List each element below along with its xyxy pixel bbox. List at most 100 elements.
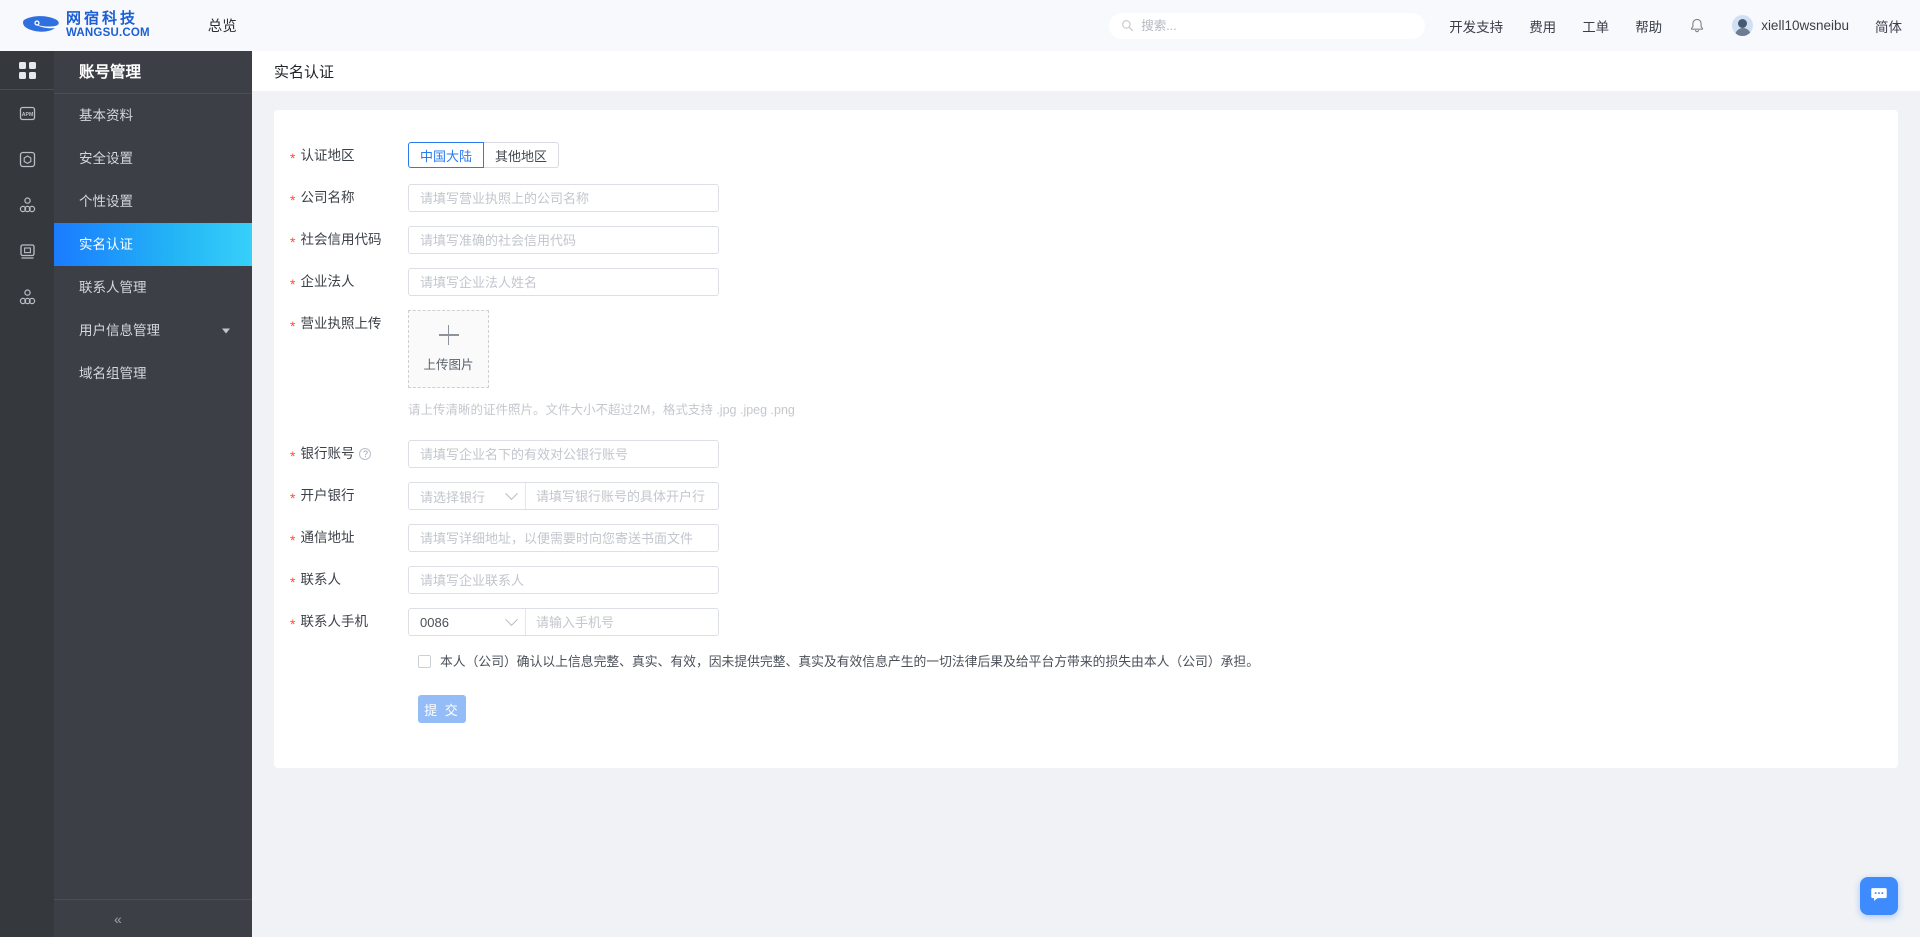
bank-account-input[interactable] <box>408 440 719 468</box>
rail-item-apm[interactable]: APM <box>0 90 54 136</box>
label-text: 开户银行 <box>300 488 355 503</box>
form-row-region: * 认证地区 中国大陆 其他地区 <box>274 142 1898 170</box>
main-content: 实名认证 * 认证地区 中国大陆 其他地区 * 公司名称 * <box>252 51 1920 937</box>
rail-item-cluster[interactable] <box>0 274 54 320</box>
required-asterisk: * <box>290 490 296 506</box>
brand-wordmark: 网宿科技 WANGSU.COM <box>66 11 150 40</box>
sidebar-item-label: 联系人管理 <box>79 280 147 295</box>
label-contact: * 联系人 <box>280 566 408 594</box>
nav-dev-support[interactable]: 开发支持 <box>1449 16 1503 36</box>
label-license-upload: * 营业执照上传 <box>280 310 408 338</box>
cube-icon <box>18 150 37 169</box>
country-code-dropdown[interactable]: 0086 <box>409 609 526 635</box>
phone-number-input[interactable] <box>526 609 718 635</box>
form-row-contact-phone: * 联系人手机 0086 <box>274 608 1898 636</box>
required-asterisk: * <box>290 532 296 548</box>
required-asterisk: * <box>290 616 296 632</box>
sidebar-item-real-name-auth[interactable]: 实名认证 <box>54 223 252 266</box>
rail-item-nodes[interactable] <box>0 182 54 228</box>
nav-help[interactable]: 帮助 <box>1635 16 1662 36</box>
wangsu-logo-icon <box>22 13 62 39</box>
rail-item-apps[interactable] <box>0 51 54 90</box>
language-switcher[interactable]: 简体 <box>1875 16 1902 36</box>
user-avatar[interactable] <box>1732 15 1754 36</box>
license-upload-field: 上传图片 请上传清晰的证件照片。文件大小不超过2M，格式支持 .jpg .jpe… <box>408 310 795 418</box>
chat-support-button[interactable] <box>1860 877 1898 915</box>
sidebar-item-basic-info[interactable]: 基本资料 <box>54 94 252 137</box>
help-question-icon[interactable]: ? <box>359 448 372 460</box>
required-asterisk: * <box>290 276 296 292</box>
plus-icon <box>438 325 459 345</box>
monitor-icon <box>18 242 37 261</box>
agreement-row: 本人（公司）确认以上信息完整、真实、有效，因未提供完整、真实及有效信息产生的一切… <box>418 654 1898 669</box>
page-header: 实名认证 <box>252 51 1920 91</box>
form-row-legal-person: * 企业法人 <box>274 268 1898 296</box>
sidebar-item-personalization[interactable]: 个性设置 <box>54 180 252 223</box>
chevron-down-icon <box>505 612 518 626</box>
avatar-head <box>1738 18 1748 28</box>
form-row-contact: * 联系人 <box>274 566 1898 594</box>
nav-overview[interactable]: 总览 <box>208 15 237 36</box>
svg-text:APM: APM <box>21 111 33 117</box>
region-option-other[interactable]: 其他地区 <box>483 142 560 168</box>
username-label[interactable]: xiell10wsneibu <box>1761 18 1849 33</box>
real-name-auth-form: * 认证地区 中国大陆 其他地区 * 公司名称 * 社会信用代码 <box>274 110 1898 768</box>
upload-hint-text: 请上传清晰的证件照片。文件大小不超过2M，格式支持 .jpg .jpeg .pn… <box>408 403 795 417</box>
label-bank-account: * 银行账号 ? <box>280 440 408 468</box>
label-text: 通信地址 <box>300 530 355 545</box>
bank-select-dropdown[interactable]: 请选择银行 <box>409 483 526 509</box>
region-option-mainland[interactable]: 中国大陆 <box>408 142 485 168</box>
submit-button[interactable]: 提 交 <box>418 695 466 724</box>
agreement-checkbox[interactable] <box>418 655 431 669</box>
global-search[interactable] <box>1109 12 1426 39</box>
notification-bell-icon[interactable] <box>1688 17 1706 35</box>
sidebar-item-label: 域名组管理 <box>79 366 147 381</box>
contact-phone-group: 0086 <box>408 608 719 636</box>
apm-icon: APM <box>18 104 37 123</box>
sidebar-item-security[interactable]: 安全设置 <box>54 137 252 180</box>
top-header: 网宿科技 WANGSU.COM 总览 开发支持 费用 工单 帮助 <box>0 0 1920 51</box>
required-asterisk: * <box>290 234 296 250</box>
credit-code-input[interactable] <box>408 226 719 254</box>
bank-branch-input[interactable] <box>526 483 718 509</box>
sidebar-item-label: 安全设置 <box>79 151 133 166</box>
legal-person-input[interactable] <box>408 268 719 296</box>
country-code-value: 0086 <box>420 614 449 630</box>
collapse-icon: « <box>114 910 122 927</box>
rail-item-monitor[interactable] <box>0 228 54 274</box>
bank-select-placeholder: 请选择银行 <box>420 489 486 505</box>
label-text: 社会信用代码 <box>300 232 382 247</box>
search-input[interactable] <box>1141 18 1414 33</box>
label-text: 公司名称 <box>300 190 355 205</box>
nodes-icon <box>18 196 37 215</box>
icon-rail: APM <box>0 51 54 937</box>
label-region: * 认证地区 <box>280 142 408 170</box>
label-company-name: * 公司名称 <box>280 184 408 212</box>
upload-dropzone[interactable]: 上传图片 <box>408 310 489 388</box>
apps-grid-icon <box>18 61 37 80</box>
nav-billing[interactable]: 费用 <box>1529 16 1556 36</box>
company-name-input[interactable] <box>408 184 719 212</box>
search-icon <box>1121 19 1134 32</box>
sidebar-item-label: 基本资料 <box>79 108 133 123</box>
chat-bubble-icon <box>1869 884 1889 909</box>
brand-name-en: WANGSU.COM <box>66 27 150 40</box>
rail-item-cube[interactable] <box>0 136 54 182</box>
label-credit-code: * 社会信用代码 <box>280 226 408 254</box>
header-right-group: 开发支持 费用 工单 帮助 xiell10wsneibu 简体 <box>1109 0 1920 51</box>
form-row-company-name: * 公司名称 <box>274 184 1898 212</box>
contact-input[interactable] <box>408 566 719 594</box>
region-segmented-control: 中国大陆 其他地区 <box>408 142 560 168</box>
form-row-license-upload: * 营业执照上传 上传图片 请上传清晰的证件照片。文件大小不超过2M，格式支持 … <box>274 310 1898 418</box>
sidebar-item-domain-groups[interactable]: 域名组管理 <box>54 352 252 395</box>
nav-tickets[interactable]: 工单 <box>1582 16 1609 36</box>
label-text: 营业执照上传 <box>300 316 382 331</box>
sidebar-collapse-button[interactable]: « <box>54 899 252 937</box>
brand-logo[interactable]: 网宿科技 WANGSU.COM <box>22 0 150 51</box>
address-input[interactable] <box>408 524 719 552</box>
cluster-icon <box>18 288 37 307</box>
label-bank-branch: * 开户银行 <box>280 482 408 510</box>
sidebar-item-user-info[interactable]: 用户信息管理 <box>54 309 252 352</box>
page-title: 实名认证 <box>274 63 335 81</box>
sidebar-item-contacts[interactable]: 联系人管理 <box>54 266 252 309</box>
